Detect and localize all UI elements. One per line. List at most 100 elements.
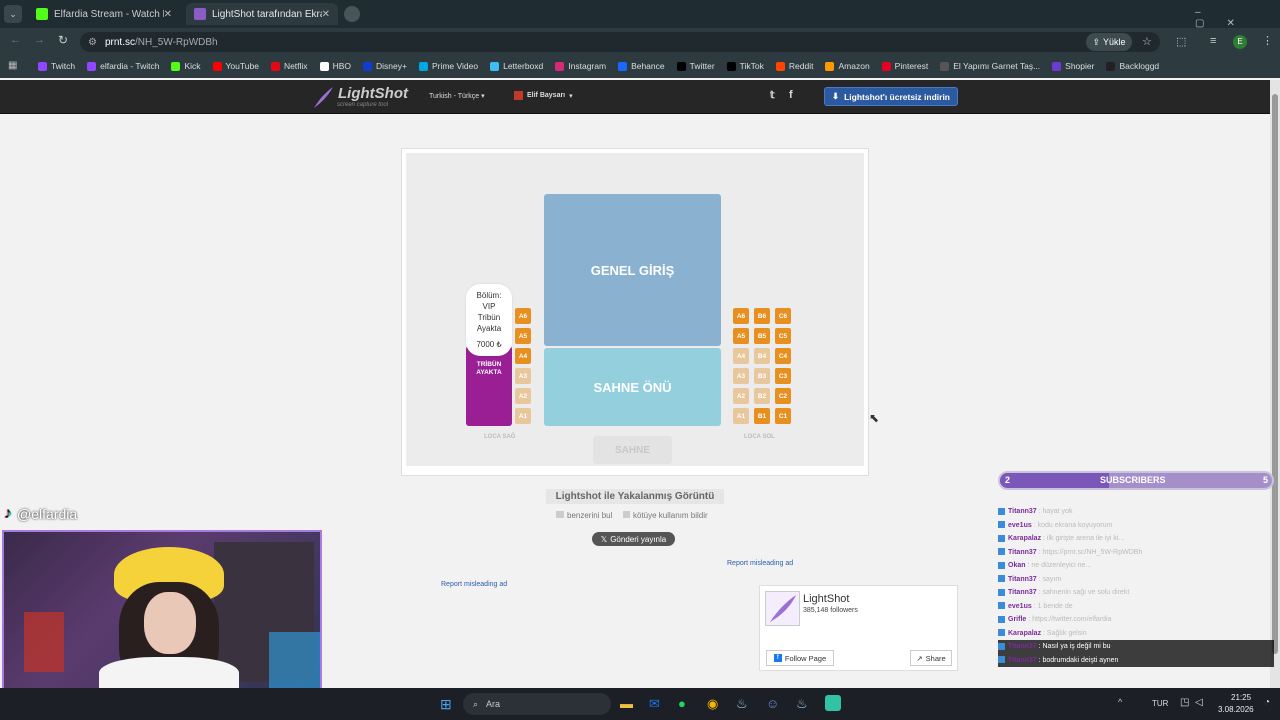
report-abuse-link[interactable]: kötüye kullanım bildir: [623, 511, 708, 520]
steam-2-icon[interactable]: ♨: [796, 696, 808, 712]
download-button[interactable]: ⬇ Lightshot'ı ücretsiz indirin: [824, 87, 958, 106]
bookmark-16[interactable]: El Yapımı Garnet Taş...: [940, 61, 1040, 71]
streamlabs-icon[interactable]: [825, 695, 841, 711]
new-tab-button[interactable]: [344, 6, 360, 22]
bookmark-6[interactable]: Disney+: [362, 61, 407, 71]
close-tab-icon[interactable]: ✕: [164, 9, 172, 20]
facebook-icon[interactable]: f: [789, 89, 793, 101]
bookmark-5[interactable]: HBO: [319, 61, 351, 71]
find-similar-link[interactable]: benzerini bul: [556, 511, 612, 520]
chat-badge-icon: [998, 642, 1005, 650]
loca-sol-seat-c1[interactable]: C1: [775, 408, 791, 424]
taskbar-search[interactable]: ⌕ Ara: [463, 693, 611, 715]
bookmark-0[interactable]: Twitch: [38, 61, 75, 71]
lightshot-logo[interactable]: LightShot screen capture tool: [312, 84, 408, 112]
steam-icon[interactable]: ♨: [736, 696, 748, 712]
profile-avatar[interactable]: E: [1233, 35, 1247, 49]
loca-sag-seat-a4[interactable]: A4: [515, 348, 531, 364]
bookmark-3[interactable]: YouTube: [212, 61, 259, 71]
loca-sol-seat-c3[interactable]: C3: [775, 368, 791, 384]
loca-sol-seat-a5[interactable]: A5: [733, 328, 749, 344]
language-select[interactable]: Turkish - Türkçe ▾: [429, 92, 485, 100]
bookmark-favicon-icon: [940, 61, 950, 71]
extensions-icon[interactable]: ⬚: [1176, 35, 1186, 48]
loca-sag-seat-a3: A3: [515, 368, 531, 384]
loca-sol-seat-c2[interactable]: C2: [775, 388, 791, 404]
file-explorer-icon[interactable]: ▬: [620, 696, 633, 711]
loca-sol-seat-b1[interactable]: B1: [754, 408, 770, 424]
chat-message: eve1us : kodu ekrana koyuyorum: [998, 519, 1274, 533]
loca-sol-seat-b5[interactable]: B5: [754, 328, 770, 344]
bookmark-15[interactable]: Pinterest: [881, 61, 928, 71]
network-icon[interactable]: ◳: [1180, 697, 1189, 708]
site-info-icon[interactable]: ⚙: [88, 37, 97, 48]
volume-icon[interactable]: ◁: [1195, 697, 1203, 708]
loca-sol-seat-c6[interactable]: C6: [775, 308, 791, 324]
report-ad-link-left[interactable]: Report misleading ad: [441, 581, 507, 588]
share-button[interactable]: ↗ Share: [910, 650, 952, 666]
back-icon[interactable]: ←: [10, 34, 21, 46]
tray-chevron-icon[interactable]: ^: [1118, 697, 1122, 707]
bookmark-10[interactable]: Behance: [618, 61, 665, 71]
tab-elfardia-stream[interactable]: Elfardia Stream - Watch Live or ✕: [28, 3, 180, 25]
browser-menu-icon[interactable]: ⋮: [1262, 34, 1273, 47]
bookmark-14[interactable]: Amazon: [825, 61, 870, 71]
section-tooltip: Bölüm: VIP Tribün Ayakta 7000 ₺: [466, 284, 512, 356]
bookmark-13[interactable]: Reddit: [775, 61, 813, 71]
window-controls[interactable]: –▢✕: [1195, 7, 1275, 29]
feather-icon: [314, 87, 333, 108]
upload-button[interactable]: ⇪ Yükle: [1086, 33, 1132, 51]
bookmark-11[interactable]: Twitter: [676, 61, 715, 71]
tweet-button[interactable]: 𝕏 Gönderi yayınla: [592, 532, 675, 546]
bookmark-4[interactable]: Netflix: [270, 61, 308, 71]
input-language[interactable]: TUR: [1152, 699, 1168, 708]
bookmark-favicon-icon: [212, 61, 222, 71]
reload-icon[interactable]: ↻: [58, 33, 68, 47]
chat-badge-icon: [998, 575, 1005, 583]
bookmark-9[interactable]: Instagram: [555, 61, 606, 71]
bookmark-7[interactable]: Prime Video: [418, 61, 478, 71]
windows-start-icon[interactable]: ⊞: [440, 696, 452, 713]
bookmark-1[interactable]: elfardia - Twitch: [87, 61, 159, 71]
loca-sag-seat-a5[interactable]: A5: [515, 328, 531, 344]
outlook-icon[interactable]: ✉: [649, 696, 660, 712]
url-field[interactable]: ⚙ prnt.sc/NH_5W-RpWDBh: [80, 32, 1160, 52]
clock-time[interactable]: 21:25: [1231, 693, 1251, 702]
apps-grid-icon[interactable]: ▦: [8, 60, 17, 71]
bookmark-17[interactable]: Shopier: [1052, 61, 1094, 71]
bookmark-favicon-icon: [38, 61, 47, 71]
user-menu[interactable]: Elif Baysarı ▾: [514, 91, 573, 100]
loca-sag-seat-a6[interactable]: A6: [515, 308, 531, 324]
follow-page-button[interactable]: f Follow Page: [766, 650, 834, 666]
bookmark-12[interactable]: TikTok: [726, 61, 764, 71]
facebook-page-widget[interactable]: LightShot 385,148 followers f Follow Page…: [759, 585, 958, 671]
close-tab-icon[interactable]: ✕: [322, 9, 330, 20]
discord-icon[interactable]: ☺: [766, 696, 779, 711]
loca-sol-seat-c4[interactable]: C4: [775, 348, 791, 364]
report-ad-link-right[interactable]: Report misleading ad: [727, 560, 793, 567]
facebook-icon: f: [773, 654, 782, 662]
forward-icon[interactable]: →: [34, 34, 45, 46]
vip-tribun-section[interactable]: TRİBÜN AYAKTA: [466, 346, 512, 426]
bookmark-star-icon[interactable]: ☆: [1142, 35, 1152, 48]
notification-icon[interactable]: ◔: [1264, 697, 1270, 708]
bookmark-favicon-icon: [555, 61, 565, 71]
sahne-onu-section[interactable]: SAHNE ÖNÜ: [544, 348, 721, 426]
spotify-icon[interactable]: ●: [678, 696, 686, 711]
loca-sol-seat-c5[interactable]: C5: [775, 328, 791, 344]
genel-giris-section[interactable]: GENEL GİRİŞ: [544, 194, 721, 346]
loca-sol-seat-b4: B4: [754, 348, 770, 364]
bookmark-2[interactable]: Kick: [171, 61, 201, 71]
tab-lightshot[interactable]: LightShot tarafından Ekran Görü ✕: [186, 3, 338, 25]
bookmark-8[interactable]: Letterboxd: [490, 61, 543, 71]
chat-message: Karapalaz : ilk girişte arena ile iyi ki…: [998, 532, 1274, 546]
twitter-icon[interactable]: 𝕥: [770, 90, 775, 101]
tab-search-button[interactable]: ⌄: [4, 5, 22, 23]
chrome-icon[interactable]: ◉: [707, 696, 718, 712]
chat-message: Karapalaz : Sağlık gelsin: [998, 627, 1274, 641]
loca-sol-seat-a6[interactable]: A6: [733, 308, 749, 324]
loca-sol-seat-b6[interactable]: B6: [754, 308, 770, 324]
bookmark-18[interactable]: Backloggd: [1106, 61, 1159, 71]
clock-date[interactable]: 3.08.2026: [1218, 705, 1254, 714]
reading-list-icon[interactable]: ≡: [1210, 35, 1216, 47]
